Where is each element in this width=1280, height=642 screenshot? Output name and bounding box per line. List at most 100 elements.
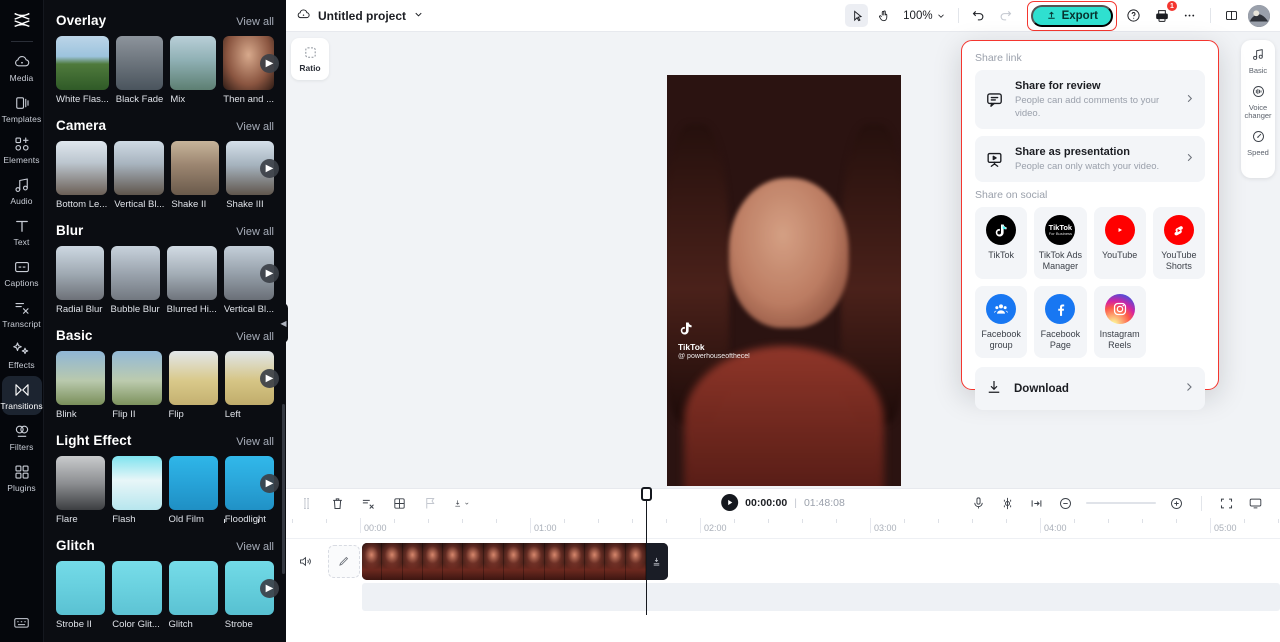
sidebar-item-transitions[interactable]: Transitions (0, 376, 43, 415)
social-share-youtube[interactable]: YouTube (1093, 207, 1146, 279)
zoom-out-button[interactable] (1057, 495, 1074, 512)
transition-item[interactable]: Vertical Bl... (114, 141, 165, 210)
sidebar-item-audio[interactable]: Audio (2, 171, 42, 210)
play-button[interactable] (721, 494, 739, 511)
layout-toggle-button[interactable] (1220, 4, 1243, 27)
view-all-link[interactable]: View all (236, 226, 274, 238)
view-all-link[interactable]: View all (236, 541, 274, 553)
sidebar-item-captions[interactable]: Captions (2, 253, 42, 292)
sidebar-item-filters[interactable]: Filters (2, 417, 42, 456)
transition-item[interactable]: Shake II (171, 141, 220, 210)
comment-bubble-icon (985, 90, 1004, 109)
transition-item[interactable]: Strobe II (56, 561, 106, 630)
hand-pan-tool[interactable] (872, 4, 895, 27)
ruler-minor-tick (292, 519, 293, 523)
undo-button[interactable] (967, 4, 990, 27)
chevron-right-icon[interactable]: ▶ (260, 579, 279, 598)
chevron-right-icon[interactable]: ▶ (260, 264, 279, 283)
view-all-link[interactable]: View all (236, 121, 274, 133)
social-share-facebook[interactable]: Facebook Page (1034, 286, 1087, 358)
social-share-instagram[interactable]: Instagram Reels (1093, 286, 1146, 358)
delete-button[interactable] (329, 495, 346, 512)
transition-item[interactable]: Black Fade (115, 36, 164, 105)
freeze-frame-button[interactable] (391, 495, 408, 512)
download-clip-button[interactable] (453, 495, 470, 512)
chevron-right-icon[interactable]: ▶ (260, 54, 279, 73)
chevron-right-icon[interactable]: ▶ (260, 159, 279, 178)
keyboard-shortcuts-icon[interactable] (13, 614, 30, 634)
transition-item[interactable]: Flip II (112, 351, 162, 420)
view-all-link[interactable]: View all (236, 331, 274, 343)
audio-mixer-button[interactable] (999, 495, 1016, 512)
social-share-tiktok[interactable]: TikTok (975, 207, 1028, 279)
transition-item[interactable]: Blink (56, 351, 106, 420)
social-share-tiktok-ads[interactable]: TikTok For Business TikTok Ads Manager (1034, 207, 1087, 279)
microphone-button[interactable] (970, 495, 987, 512)
ratio-button[interactable]: Ratio (291, 38, 329, 80)
user-avatar[interactable] (1248, 4, 1270, 27)
cut-remove-button[interactable] (360, 495, 377, 512)
speed-gauge-icon (1251, 129, 1266, 147)
view-all-link[interactable]: View all (236, 16, 274, 28)
video-preview[interactable]: TikTok @ powerhouseofthecel (667, 75, 901, 486)
panel-scrollbar[interactable] (282, 404, 285, 574)
speaker-icon[interactable] (298, 554, 313, 569)
audio-track[interactable] (362, 583, 1280, 611)
print-button[interactable]: 1 (1150, 1, 1177, 27)
project-title[interactable]: Untitled project (318, 9, 406, 23)
zoom-in-button[interactable] (1168, 495, 1185, 512)
transition-item[interactable]: Bubble Blur (110, 246, 160, 315)
fullscreen-button[interactable] (1218, 495, 1235, 512)
panel-collapse-handle[interactable]: ◀ (279, 303, 288, 343)
sidebar-item-transcript[interactable]: Transcript (2, 294, 42, 333)
transition-item[interactable]: Flare (56, 456, 106, 525)
transition-item[interactable]: Blurred Hi... (166, 246, 217, 315)
sidebar-item-plugins[interactable]: Plugins (2, 458, 42, 497)
transition-item[interactable]: White Flas... (56, 36, 109, 105)
cursor-select-tool[interactable] (845, 4, 869, 27)
sidebar-item-templates[interactable]: Templates (2, 89, 42, 128)
sidebar-item-text[interactable]: Text (2, 212, 42, 251)
right-panel-item-voice-changer[interactable]: Voice changer (1241, 84, 1275, 121)
share-for-review-row[interactable]: Share for review People can add comments… (975, 70, 1205, 129)
transition-item[interactable]: Flash (112, 456, 162, 525)
share-as-presentation-row[interactable]: Share as presentation People can only wa… (975, 136, 1205, 182)
transition-item[interactable]: Color Glit... (112, 561, 162, 630)
redo-button[interactable] (994, 4, 1017, 27)
marker-flag-button[interactable] (422, 495, 439, 512)
sidebar-item-media[interactable]: Media (2, 48, 42, 87)
timeline-ruler[interactable]: 00:00 01:00 02:00 03:00 04:00 05:00 (224, 517, 1280, 539)
chevron-right-icon[interactable]: ▶ (260, 369, 279, 388)
video-clip[interactable] (362, 543, 668, 580)
social-share-youtube-shorts[interactable]: YouTube Shorts (1152, 207, 1205, 279)
keyframe-button[interactable] (1028, 495, 1045, 512)
help-button[interactable] (1122, 4, 1145, 27)
sidebar-item-elements[interactable]: Elements (2, 130, 42, 169)
transition-item[interactable]: Mix (170, 36, 217, 105)
sidebar-item-effects[interactable]: Effects (2, 335, 42, 374)
cloud-sync-icon[interactable] (296, 7, 311, 25)
transition-item[interactable]: Radial Blur (56, 246, 104, 315)
view-all-link[interactable]: View all (236, 436, 274, 448)
transition-item[interactable]: Old Film (168, 456, 218, 525)
export-button[interactable]: Export (1030, 4, 1113, 27)
transition-item[interactable]: Bottom Le... (56, 141, 108, 210)
ruler-minor-tick (394, 519, 395, 523)
capcut-logo[interactable] (8, 8, 36, 32)
watermark-handle: @ powerhouseofthecel (678, 352, 750, 360)
chevron-down-icon[interactable] (413, 9, 424, 23)
edit-clip-button[interactable] (328, 544, 360, 578)
transition-item[interactable]: Flip (168, 351, 218, 420)
playhead[interactable] (641, 487, 652, 615)
split-clip-button[interactable] (298, 495, 315, 512)
transition-item[interactable]: Glitch (168, 561, 218, 630)
zoom-level-control[interactable]: 100% (899, 10, 949, 22)
display-settings-button[interactable] (1247, 495, 1264, 512)
chevron-right-icon[interactable]: ▶ (260, 474, 279, 493)
social-share-facebook-group[interactable]: Facebook group (975, 286, 1028, 358)
right-panel-item-speed[interactable]: Speed (1247, 129, 1269, 158)
right-panel-item-basic[interactable]: Basic (1249, 47, 1267, 76)
more-options-button[interactable] (1178, 4, 1201, 27)
zoom-slider[interactable] (1086, 502, 1156, 504)
download-row[interactable]: Download (975, 367, 1205, 410)
